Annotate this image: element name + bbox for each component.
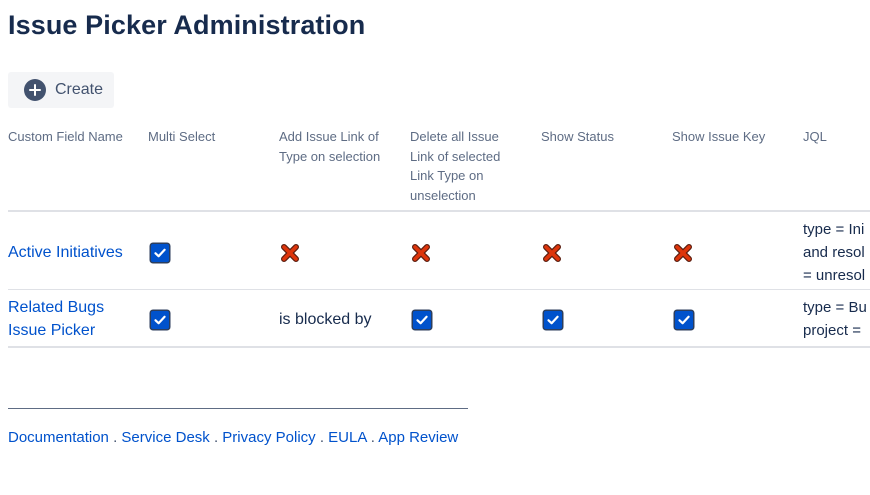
header-add-issue-link: Add Issue Link of Type on selection — [279, 129, 381, 164]
cross-icon — [674, 244, 692, 262]
checkbox-checked-icon — [675, 311, 693, 329]
row-1-jql: type = Ini and resol = unresol — [803, 218, 865, 287]
header-show-status: Show Status — [541, 129, 614, 144]
header-custom-field-name: Custom Field Name — [8, 129, 123, 144]
footer-separator: . — [108, 429, 122, 446]
field-name-line: Issue Picker — [8, 322, 96, 339]
footer-link-app-review[interactable]: App Review — [378, 429, 458, 446]
cross-icon — [543, 244, 561, 262]
jql-line: and resol — [803, 244, 865, 261]
row-2-jql: type = Bu project = — [803, 296, 867, 342]
row-1-field-name-link[interactable]: Active Initiatives — [8, 241, 123, 264]
cross-icon — [281, 244, 299, 262]
checkbox-checked-icon — [151, 244, 169, 262]
header-show-issue-key: Show Issue Key — [672, 129, 766, 144]
issue-picker-table: Custom Field Name Multi Select Add Issue… — [8, 0, 870, 495]
footer-separator: . — [366, 429, 379, 446]
row-2-link-type: is blocked by — [279, 311, 372, 328]
footer-link-service-desk[interactable]: Service Desk — [121, 429, 209, 446]
footer-link-documentation[interactable]: Documentation — [8, 429, 109, 446]
table-bottom-divider — [8, 346, 870, 348]
header-divider — [8, 210, 870, 212]
checkbox-checked-icon — [151, 311, 169, 329]
checkbox-checked-icon — [413, 311, 431, 329]
footer-links: Documentation . Service Desk . Privacy P… — [8, 429, 458, 446]
jql-line: type = Bu — [803, 299, 867, 316]
footer-separator: . — [209, 429, 223, 446]
checkbox-checked-icon — [544, 311, 562, 329]
footer-link-privacy-policy[interactable]: Privacy Policy — [222, 429, 315, 446]
header-multi-select: Multi Select — [148, 129, 216, 144]
jql-line: type = Ini — [803, 221, 865, 238]
footer-divider — [8, 408, 468, 409]
footer-link-eula[interactable]: EULA — [328, 429, 366, 446]
field-name-line: Related Bugs — [8, 299, 105, 316]
row-2-field-name-link[interactable]: Related Bugs Issue Picker — [8, 296, 104, 342]
jql-line: project = — [803, 322, 861, 339]
header-jql: JQL — [803, 129, 827, 144]
cross-icon — [412, 244, 430, 262]
header-delete-issue-link: Delete all Issue Link of selected Link T… — [410, 129, 501, 203]
row-divider — [8, 289, 870, 290]
jql-line: = unresol — [803, 267, 866, 284]
footer-separator: . — [315, 429, 329, 446]
